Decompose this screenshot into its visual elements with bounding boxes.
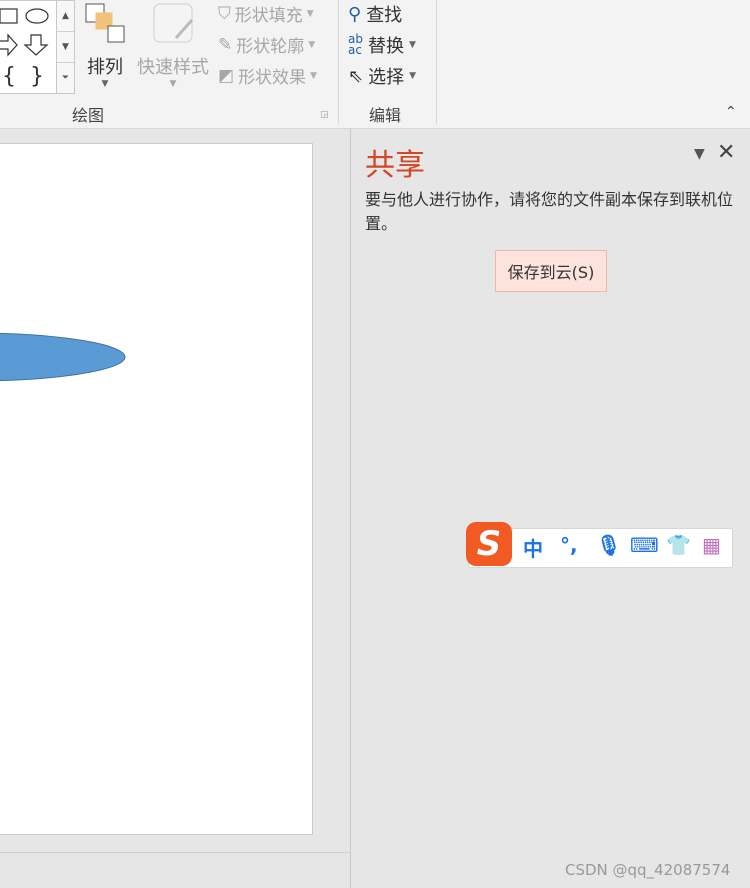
quick-styles-button[interactable]: 快速样式 ▼ [136, 2, 210, 89]
ime-punctuation-toggle[interactable]: °, [560, 533, 578, 557]
replace-icon: ab ac [348, 32, 363, 57]
ribbon: { } ▲ ▼ ⏷ 排列 ▼ 快速样式 ▼ ⛉ 形状填充 ▼ ✎ 形状轮廓 ▼ [0, 0, 750, 129]
gallery-scroll-up-icon[interactable]: ▲ [57, 1, 74, 32]
replace-button[interactable]: ab ac 替换 ▼ [348, 32, 416, 58]
find-button[interactable]: ⚲ 查找 [348, 1, 402, 27]
pane-options-icon[interactable]: ▼ [694, 146, 705, 162]
shape-outline-button[interactable]: ✎ 形状轮廓 ▼ [218, 32, 316, 58]
find-label: 查找 [366, 5, 403, 26]
slide-canvas[interactable] [0, 143, 313, 835]
arrange-icon [85, 3, 125, 43]
arrange-dropdown-icon: ▼ [101, 79, 109, 89]
select-button[interactable]: ⇖ 选择 ▼ [348, 63, 416, 89]
select-label: 选择 [368, 67, 405, 88]
pencil-icon: ✎ [218, 34, 233, 55]
shape-effects-label: 形状效果 [238, 68, 307, 88]
sogou-logo-icon[interactable]: S [466, 522, 512, 566]
gallery-scroll: ▲ ▼ ⏷ [56, 0, 75, 94]
collapse-ribbon-icon[interactable]: ⌃ [725, 104, 737, 120]
shape-outline-dropdown-icon: ▼ [308, 39, 316, 50]
shape-effects-dropdown-icon: ▼ [310, 70, 317, 81]
shape-fill-button[interactable]: ⛉ 形状填充 ▼ [218, 1, 314, 27]
shape-outline-label: 形状轮廓 [236, 37, 305, 57]
share-pane [351, 129, 750, 888]
shape-fill-dropdown-icon: ▼ [306, 8, 314, 19]
down-arrow-shape-icon [23, 34, 49, 56]
share-pane-message: 要与他人进行协作，请将您的文件副本保存到联机位置。 [365, 190, 734, 233]
shapes-gallery-icons: { } [0, 8, 49, 89]
toolbox-icon[interactable]: ▦ [702, 533, 721, 557]
slide-shapes [0, 332, 126, 382]
skin-icon[interactable]: 👕 [666, 533, 691, 557]
dialog-launcher-icon[interactable]: ◲ [320, 110, 329, 120]
share-pane-title: 共享 [365, 148, 425, 183]
arrange-button[interactable]: 排列 ▼ [84, 2, 126, 89]
quick-styles-icon [153, 3, 194, 43]
shape-effects-button[interactable]: ◩ 形状效果 ▼ [218, 63, 317, 89]
close-icon[interactable]: ✕ [717, 140, 735, 165]
paint-bucket-icon: ⛉ [218, 3, 231, 24]
arrange-label: 排列 [87, 57, 123, 78]
rectangle-shape-icon [0, 8, 18, 24]
left-brace-shape-icon: { [2, 64, 16, 89]
keyboard-icon[interactable]: ⌨ [630, 533, 659, 557]
watermark: CSDN @qq_42087574 [565, 861, 731, 879]
status-divider [0, 852, 350, 853]
shapes-gallery[interactable]: { } [0, 0, 57, 94]
cursor-icon: ⇖ [348, 65, 364, 87]
replace-dropdown-icon: ▼ [408, 40, 416, 50]
gallery-expand-icon[interactable]: ⏷ [57, 63, 74, 93]
select-dropdown-icon: ▼ [409, 71, 417, 81]
shape-effects-icon: ◩ [218, 65, 235, 86]
ime-mode-toggle[interactable]: 中 [523, 533, 543, 562]
quick-styles-label: 快速样式 [137, 57, 209, 78]
search-icon: ⚲ [348, 3, 362, 25]
editing-group-label: 编辑 [369, 106, 402, 125]
gallery-scroll-down-icon[interactable]: ▼ [57, 32, 74, 63]
right-arrow-shape-icon [0, 33, 18, 57]
drawing-group-label: 绘图 [72, 106, 105, 125]
replace-label: 替换 [367, 36, 404, 57]
quick-styles-dropdown-icon: ▼ [169, 79, 177, 89]
voice-icon[interactable]: 🎙 [596, 533, 621, 557]
ellipse-shape[interactable] [0, 332, 126, 382]
group-separator [436, 0, 437, 124]
right-brace-shape-icon: } [30, 64, 44, 89]
shape-fill-label: 形状填充 [234, 6, 303, 26]
group-separator [338, 0, 339, 124]
oval-shape-icon [25, 8, 49, 24]
save-to-cloud-button[interactable]: 保存到云(S) [495, 250, 607, 292]
